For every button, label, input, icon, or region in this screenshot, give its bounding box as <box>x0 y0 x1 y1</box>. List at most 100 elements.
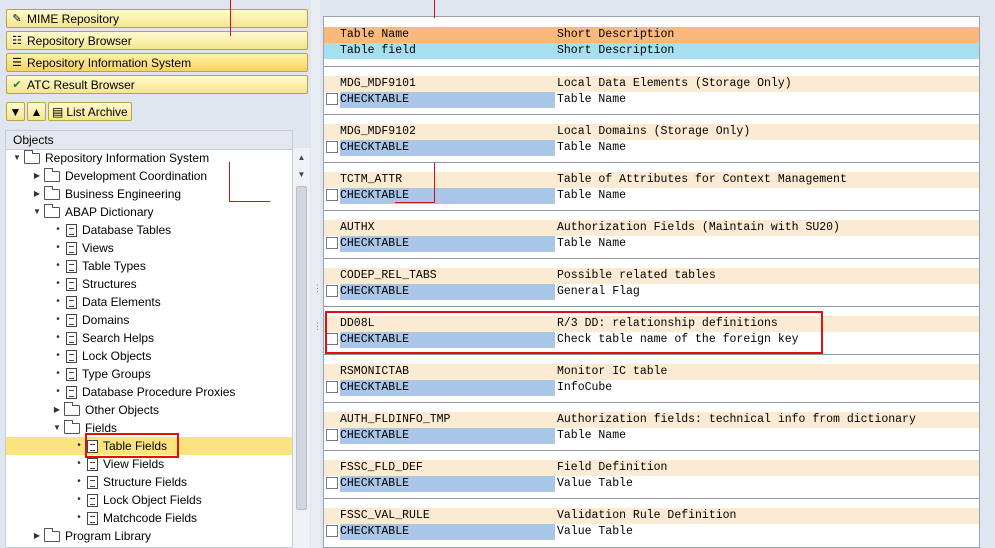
list-header-table: Table Name Short Description <box>324 27 979 43</box>
tree-node-structure-fields[interactable]: • Structure Fields <box>74 473 187 491</box>
tree-node-label: Lock Objects <box>82 349 152 363</box>
select-checkbox[interactable] <box>326 381 338 393</box>
tree-node-label: Domains <box>82 313 130 327</box>
select-checkbox[interactable] <box>326 285 338 297</box>
list-item: MDG_MDF9102 Local Domains (Storage Only)… <box>324 114 979 162</box>
document-icon <box>66 295 77 309</box>
table-name: MDG_MDF9101 <box>340 77 416 90</box>
list-item: AUTHX Authorization Fields (Maintain wit… <box>324 210 979 258</box>
tree-node-views[interactable]: • Views <box>53 239 114 257</box>
document-icon <box>87 457 98 471</box>
tree-node-development-coordination[interactable]: ▶ Development Coordination <box>32 167 207 185</box>
tree-node-data-elements[interactable]: • Data Elements <box>53 293 160 311</box>
tree-node-business-engineering[interactable]: ▶ Business Engineering <box>32 185 181 203</box>
splitter-grip-icon[interactable]: ⋮ <box>313 283 322 297</box>
list-item: FSSC_FLD_DEF Field Definition CHECKTABLE… <box>324 450 979 498</box>
tree-node-database-procedure-proxies[interactable]: • Database Procedure Proxies <box>53 383 235 401</box>
select-checkbox[interactable] <box>326 141 338 153</box>
collapsed-arrow-icon[interactable]: ▶ <box>32 167 42 185</box>
atc-result-browser-button[interactable]: ✔ ATC Result Browser <box>6 75 308 94</box>
expanded-arrow-icon[interactable]: ▼ <box>52 419 62 437</box>
tree-bullet: • <box>56 350 60 361</box>
list-archive-button[interactable]: ▤ List Archive <box>48 102 132 121</box>
table-description: Validation Rule Definition <box>557 509 737 522</box>
select-checkbox[interactable] <box>326 189 338 201</box>
tree-bullet: • <box>77 476 81 487</box>
annotation-highlight-table-fields <box>85 433 179 458</box>
select-checkbox[interactable] <box>326 429 338 441</box>
field-name[interactable]: CHECKTABLE <box>340 284 555 300</box>
expand-all-button[interactable]: ▼ <box>6 102 25 121</box>
field-name[interactable]: CHECKTABLE <box>340 524 555 540</box>
folder-open-icon <box>24 149 40 164</box>
collapsed-arrow-icon[interactable]: ▶ <box>52 401 62 419</box>
tree-node-lock-objects[interactable]: • Lock Objects <box>53 347 151 365</box>
entry-field-row: CHECKTABLE Value Table <box>324 524 979 540</box>
tree-node-label: Program Library <box>65 529 152 543</box>
tree-node-type-groups[interactable]: • Type Groups <box>53 365 150 383</box>
expanded-arrow-icon[interactable]: ▼ <box>32 203 42 221</box>
field-name[interactable]: CHECKTABLE <box>340 188 555 204</box>
entry-table-row: MDG_MDF9102 Local Domains (Storage Only) <box>324 124 979 140</box>
mime-repository-button[interactable]: ✎ MIME Repository <box>6 9 308 28</box>
folder-icon <box>44 527 60 542</box>
field-name[interactable]: CHECKTABLE <box>340 428 555 444</box>
archive-icon: ▤ <box>52 104 64 119</box>
scrollbar-thumb[interactable] <box>296 186 307 510</box>
field-name[interactable]: CHECKTABLE <box>340 380 555 396</box>
document-icon <box>66 367 77 381</box>
entry-table-row: FSSC_FLD_DEF Field Definition <box>324 460 979 476</box>
tree-node-label: Development Coordination <box>65 169 208 183</box>
folder-open-icon <box>64 419 80 434</box>
document-icon <box>66 241 77 255</box>
tree-node-table-types[interactable]: • Table Types <box>53 257 146 275</box>
scroll-down-icon[interactable]: ▼ <box>295 168 308 181</box>
tree-node-lock-object-fields[interactable]: • Lock Object Fields <box>74 491 201 509</box>
tree-bullet: • <box>56 242 60 253</box>
tree-node-database-tables[interactable]: • Database Tables <box>53 221 171 239</box>
tree-scrollbar[interactable]: ▲ ▼ <box>293 148 310 548</box>
tree-node-label: Other Objects <box>85 403 160 417</box>
tree-node-abap-dictionary[interactable]: ▼ ABAP Dictionary <box>32 203 153 221</box>
tree-bullet: • <box>56 278 60 289</box>
collapse-all-icon: ▲ <box>30 104 43 119</box>
repository-browser-button[interactable]: ☷ Repository Browser <box>6 31 308 50</box>
annotation-line <box>229 201 270 202</box>
select-checkbox[interactable] <box>326 477 338 489</box>
scroll-up-icon[interactable]: ▲ <box>295 151 308 164</box>
select-checkbox[interactable] <box>326 525 338 537</box>
tree-node-search-helps[interactable]: • Search Helps <box>53 329 154 347</box>
document-icon <box>66 277 77 291</box>
tree-node-label: Database Procedure Proxies <box>82 385 236 399</box>
tree-node-program-library[interactable]: ▶ Program Library <box>32 527 151 545</box>
document-icon <box>87 511 98 525</box>
field-name[interactable]: CHECKTABLE <box>340 92 555 108</box>
tree-node-domains[interactable]: • Domains <box>53 311 129 329</box>
tree-node-matchcode-fields[interactable]: • Matchcode Fields <box>74 509 197 527</box>
repository-information-system-button[interactable]: ☰ Repository Information System <box>6 53 308 72</box>
header-field-description: Short Description <box>557 44 675 57</box>
tree-node-other-objects[interactable]: ▶ Other Objects <box>52 401 159 419</box>
field-description: Table Name <box>557 237 627 250</box>
table-name: AUTH_FLDINFO_TMP <box>340 413 451 426</box>
field-name[interactable]: CHECKTABLE <box>340 476 555 492</box>
tree-node-label: Structure Fields <box>103 475 188 489</box>
list-item: FSSC_VAL_RULE Validation Rule Definition… <box>324 498 979 546</box>
select-checkbox[interactable] <box>326 237 338 249</box>
collapse-all-button[interactable]: ▲ <box>27 102 46 121</box>
collapsed-arrow-icon[interactable]: ▶ <box>32 527 42 545</box>
tree-node-label: Table Types <box>82 259 146 273</box>
table-name: AUTHX <box>340 221 375 234</box>
field-name[interactable]: CHECKTABLE <box>340 140 555 156</box>
field-name[interactable]: CHECKTABLE <box>340 236 555 252</box>
tree-node-structures[interactable]: • Structures <box>53 275 136 293</box>
tree-node-repository-information-system[interactable]: ▼ Repository Information System <box>12 149 209 167</box>
panel-splitter[interactable]: ⋮ ⋮ <box>311 0 322 548</box>
atc-result-browser-label: ATC Result Browser <box>27 77 135 92</box>
select-checkbox[interactable] <box>326 93 338 105</box>
entry-field-row: CHECKTABLE General Flag <box>324 284 979 300</box>
table-description: Table of Attributes for Context Manageme… <box>557 173 847 186</box>
splitter-grip-icon[interactable]: ⋮ <box>313 321 322 335</box>
expanded-arrow-icon[interactable]: ▼ <box>12 149 22 167</box>
collapsed-arrow-icon[interactable]: ▶ <box>32 185 42 203</box>
